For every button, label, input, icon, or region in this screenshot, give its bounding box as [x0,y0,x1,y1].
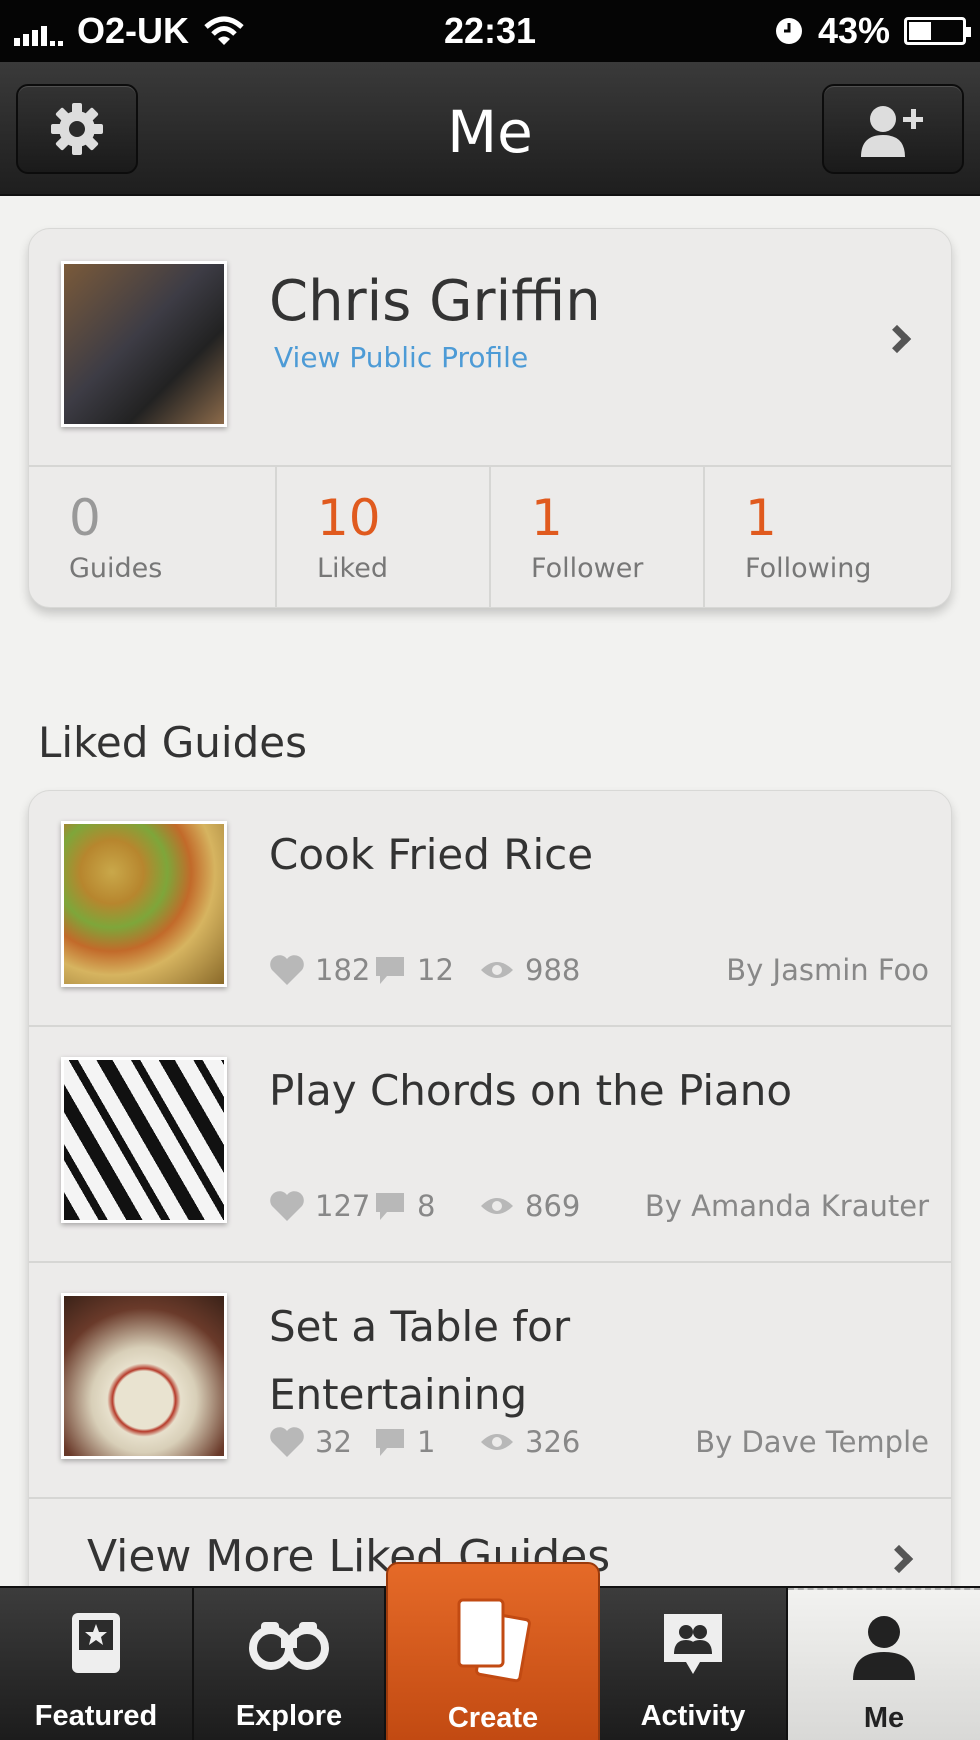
comments-count: 8 [373,1189,435,1223]
stat-value: 1 [745,489,777,547]
tab-label: Explore [235,1700,343,1732]
guide-meta: 32 1 326 By Dave Temple [269,1425,929,1465]
guide-author: By Jasmin Foo [726,953,929,987]
stat-value: 0 [69,489,101,547]
tab-label: Featured [34,1700,158,1732]
liked-guides-list: Cook Fried Rice 182 12 988 By Jasmin Foo… [28,790,952,1620]
tab-create[interactable]: Create [386,1562,600,1740]
comments-count: 1 [373,1425,435,1459]
tab-label: Me [863,1702,905,1734]
stat-value: 10 [317,489,381,547]
stat-follower[interactable]: 1 Follower [489,467,703,607]
battery-icon [904,17,971,45]
view-public-profile-link[interactable]: View Public Profile [274,341,528,374]
views-count: 869 [479,1189,580,1223]
stat-following[interactable]: 1 Following [703,467,951,607]
section-title: Liked Guides [38,718,307,767]
eye-icon [481,962,513,978]
heart-icon [270,955,304,985]
guide-item-fried-rice[interactable]: Cook Fried Rice 182 12 988 By Jasmin Foo [29,791,951,1027]
tab-label: Create [447,1702,539,1734]
stat-liked[interactable]: 10 Liked [275,467,489,607]
avatar [61,261,227,427]
tab-bar: Featured Explore Create Activity Me [0,1562,980,1740]
guide-thumbnail [61,1293,227,1459]
chevron-right-icon [884,1544,914,1574]
guide-author: By Amanda Krauter [644,1189,929,1223]
stat-label: Liked [317,553,388,584]
heart-icon [270,1191,304,1221]
eye-icon [481,1434,513,1450]
stat-label: Follower [531,553,644,584]
comment-icon [376,1193,404,1220]
guide-item-table[interactable]: Set a Table for Entertaining 32 1 326 By… [29,1263,951,1499]
binoculars-icon [249,1622,329,1670]
tab-explore[interactable]: Explore [194,1588,386,1740]
guide-title: Set a Table for Entertaining [269,1302,571,1419]
comments-count: 12 [373,953,454,987]
stat-value: 1 [531,489,563,547]
comment-icon [376,957,404,984]
alarm-clock-icon [775,18,802,44]
tab-activity[interactable]: Activity [600,1588,788,1740]
chevron-right-icon [882,324,912,354]
person-icon [853,1616,915,1680]
cards-icon [457,1598,531,1683]
tab-label: Activity [640,1700,746,1732]
add-friend-button[interactable] [822,84,964,174]
views-count: 988 [479,953,580,987]
guide-thumbnail [61,1057,227,1223]
stat-label: Following [745,553,872,584]
profile-stats: 0 Guides 10 Liked 1 Follower 1 Following [29,465,951,607]
tab-me[interactable]: Me [788,1588,980,1740]
likes-count: 182 [269,953,370,987]
guide-thumbnail [61,821,227,987]
activity-icon [664,1614,722,1674]
guide-meta: 182 12 988 By Jasmin Foo [269,953,929,993]
heart-icon [270,1427,304,1457]
comment-icon [376,1429,404,1456]
battery-percent: 43% [817,10,890,51]
guide-item-piano[interactable]: Play Chords on the Piano 127 8 869 By Am… [29,1027,951,1263]
add-friend-icon [861,106,923,157]
status-bar: O2-UK 22:31 43% [0,0,980,62]
profile-card[interactable]: Chris Griffin View Public Profile 0 Guid… [28,228,952,608]
navigation-bar: Me [0,62,980,196]
stat-label: Guides [69,553,163,584]
views-count: 326 [479,1425,580,1459]
guide-author: By Dave Temple [695,1425,929,1459]
guide-meta: 127 8 869 By Amanda Krauter [269,1189,929,1229]
profile-name: Chris Griffin [269,269,601,334]
guide-title: Cook Fried Rice [269,830,594,879]
likes-count: 32 [269,1425,352,1459]
eye-icon [481,1198,513,1214]
tab-featured[interactable]: Featured [0,1588,194,1740]
stat-guides[interactable]: 0 Guides [29,467,275,607]
featured-icon [72,1613,120,1673]
guide-title: Play Chords on the Piano [269,1066,793,1115]
likes-count: 127 [269,1189,370,1223]
